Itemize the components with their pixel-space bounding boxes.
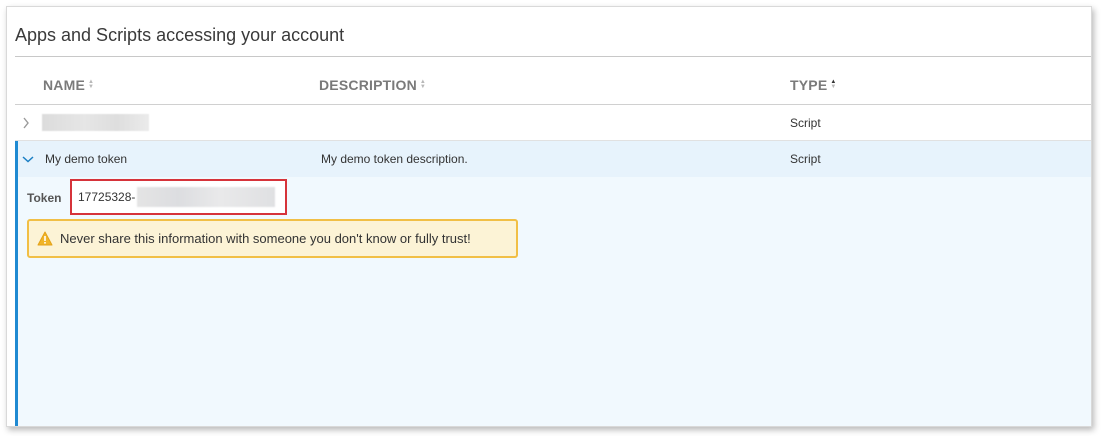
chevron-down-icon[interactable] xyxy=(22,141,34,177)
table-row[interactable]: Script xyxy=(15,105,1091,141)
apps-scripts-panel: Apps and Scripts accessing your account … xyxy=(6,6,1092,427)
row-description: My demo token description. xyxy=(321,152,468,166)
column-header-type-label: TYPE xyxy=(790,77,828,93)
panel-title: Apps and Scripts accessing your account xyxy=(15,25,345,45)
sort-icon: ▲ ▼ xyxy=(419,79,427,90)
redacted-token-placeholder xyxy=(137,187,276,207)
redacted-name-placeholder xyxy=(42,114,149,131)
row-type: Script xyxy=(790,152,821,166)
token-value: 17725328- xyxy=(78,190,136,204)
column-header-name[interactable]: NAME ▲ ▼ xyxy=(43,77,94,93)
row-detail-panel: Token 17725328- Never share this informa… xyxy=(15,177,1091,426)
column-header-type[interactable]: TYPE ▲ ▼ xyxy=(790,77,837,93)
row-name-redacted xyxy=(42,105,149,140)
sort-ascending-icon: ▲ ▼ xyxy=(830,79,837,90)
token-label: Token xyxy=(27,191,62,205)
warning-text: Never share this information with someon… xyxy=(60,231,471,246)
column-header-description[interactable]: DESCRIPTION ▲ ▼ xyxy=(319,77,426,93)
selected-row-accent xyxy=(15,141,18,426)
sort-icon: ▲ ▼ xyxy=(88,79,95,90)
row-type: Script xyxy=(790,115,821,130)
chevron-right-icon[interactable] xyxy=(22,105,30,140)
column-header-name-label: NAME xyxy=(43,77,86,93)
table-header: NAME ▲ ▼ DESCRIPTION ▲ ▼ TYPE ▲ ▼ xyxy=(15,57,1091,104)
column-header-description-label: DESCRIPTION xyxy=(319,77,417,93)
warning-triangle-icon xyxy=(37,231,53,246)
warning-alert: Never share this information with someon… xyxy=(27,219,518,258)
row-name: My demo token xyxy=(45,152,128,166)
token-value-field[interactable]: 17725328- xyxy=(70,179,287,215)
table-row-selected[interactable]: My demo token My demo token description.… xyxy=(15,141,1091,177)
